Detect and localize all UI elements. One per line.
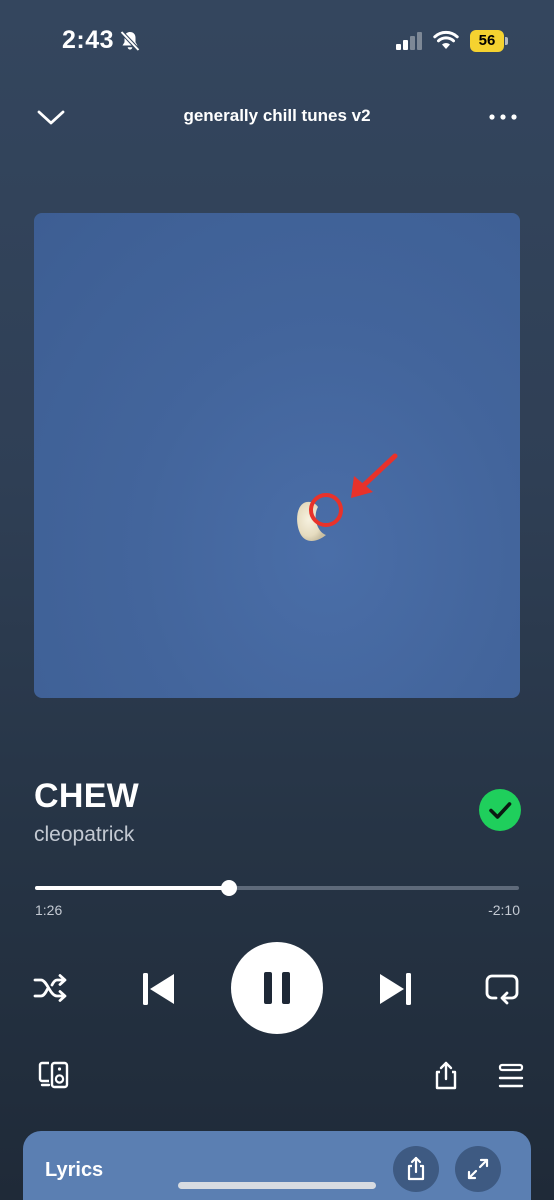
signal-icon [396,32,424,50]
status-time: 2:43 [62,26,115,54]
bell-slash-icon [118,29,142,53]
battery-icon: 56 [470,30,508,52]
devices-icon [38,1061,69,1089]
queue-icon [498,1063,524,1088]
progress-bar[interactable] [35,878,519,898]
repeat-icon [485,974,519,1005]
progress-fill [35,886,229,890]
saved-check-button[interactable] [479,789,521,831]
pause-icon [264,972,290,1004]
skip-back-icon [143,973,174,1005]
previous-button[interactable] [140,970,178,1008]
share-icon [435,1061,457,1090]
playback-controls [0,940,554,1036]
lyrics-title: Lyrics [45,1159,104,1181]
pause-button[interactable] [231,942,323,1034]
home-indicator [178,1182,376,1189]
battery-level: 56 [470,30,504,52]
skip-forward-icon [380,973,411,1005]
wifi-icon [433,30,459,50]
track-artist[interactable]: cleopatrick [34,823,134,847]
lyrics-expand-button[interactable] [455,1146,501,1192]
shuffle-button[interactable] [33,972,69,1004]
battery-nub [505,37,508,45]
share-button[interactable] [431,1060,461,1090]
next-button[interactable] [376,970,414,1008]
annotation-arrow [351,453,398,498]
shuffle-icon [33,974,67,1002]
lyrics-share-button[interactable] [393,1146,439,1192]
more-icon[interactable] [486,107,520,127]
queue-button[interactable] [497,1062,525,1090]
progress-thumb[interactable] [220,880,237,896]
lyrics-card[interactable]: Lyrics [23,1131,531,1200]
share-icon [407,1156,425,1181]
time-elapsed: 1:26 [35,902,63,918]
status-bar: 2:43 56 [0,0,554,80]
album-art [34,213,520,698]
expand-icon [467,1158,489,1180]
time-remaining: -2:10 [488,902,520,918]
connect-device-button[interactable] [38,1060,70,1090]
check-icon [489,802,512,819]
player-header: generally chill tunes v2 [0,95,554,139]
track-title: CHEW [34,777,140,815]
playlist-title: generally chill tunes v2 [183,106,371,125]
repeat-button[interactable] [484,971,522,1005]
